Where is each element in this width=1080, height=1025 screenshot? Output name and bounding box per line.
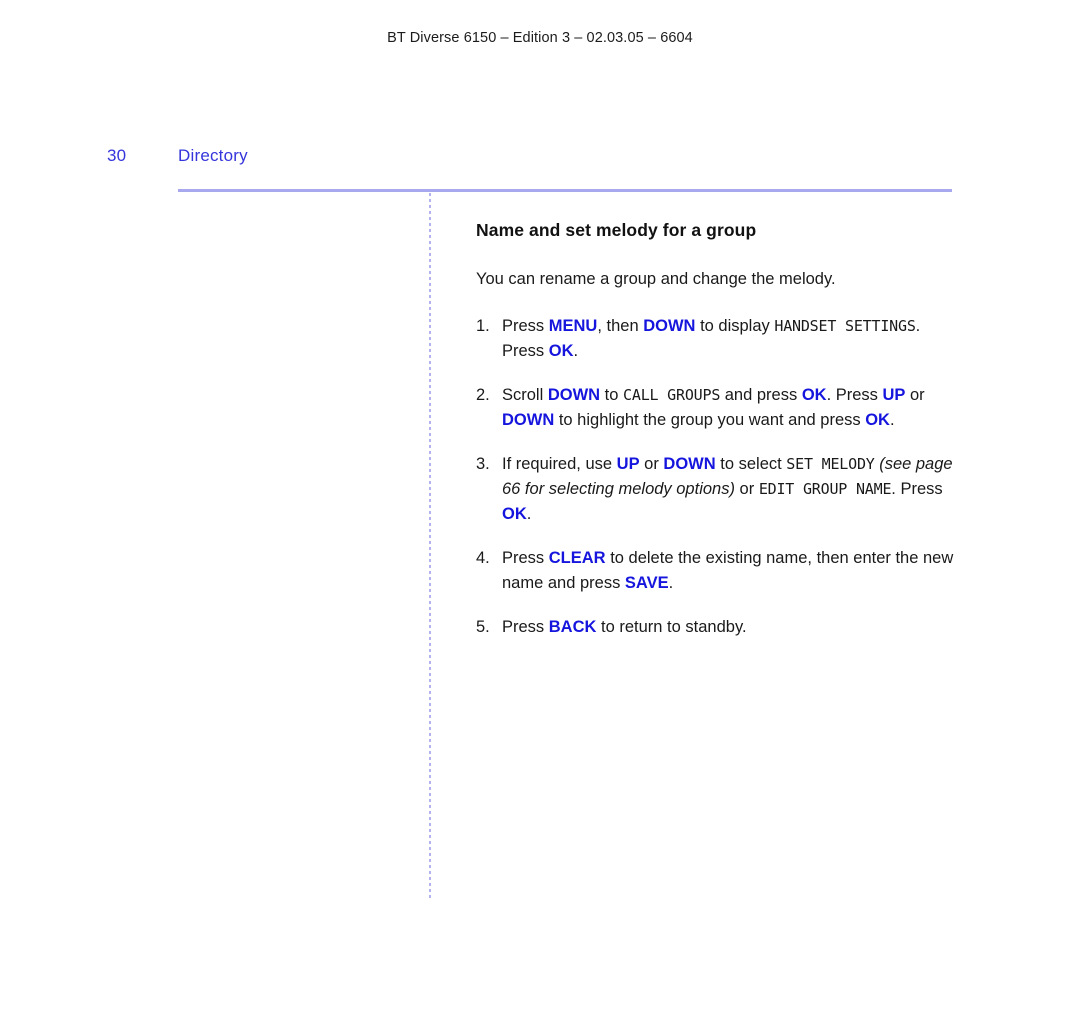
key-name: UP: [616, 455, 640, 474]
step-text: or: [905, 385, 925, 404]
step-text: .: [573, 341, 579, 360]
step-item: 1. Press MENU, then DOWN to display HANDS…: [476, 314, 956, 364]
step-text: or: [734, 480, 759, 499]
step-number: 5.: [476, 618, 490, 637]
step-text: to display: [695, 316, 775, 335]
page-title: Name and set melody for a group: [476, 220, 757, 240]
key-name: OK: [801, 385, 827, 404]
step-text: Press: [502, 618, 549, 637]
key-name: DOWN: [643, 316, 696, 335]
steps-list: 1. Press MENU, then DOWN to display HANDS…: [476, 314, 956, 641]
step-text: . Press: [891, 480, 943, 499]
key-name: BACK: [548, 618, 597, 637]
section-title: Directory: [178, 146, 248, 165]
step-text: to: [600, 385, 624, 404]
step-item: 3. If required, use UP or DOWN to select …: [476, 452, 956, 527]
page-number: 30: [107, 146, 127, 165]
step-text: . Press: [826, 385, 883, 404]
step-text: , then: [597, 316, 644, 335]
step-text: Press: [502, 316, 549, 335]
step-text: to highlight the group you want and pres…: [554, 410, 866, 429]
display-text: CALL GROUPS: [623, 385, 721, 404]
step-number: 1.: [476, 316, 490, 335]
key-name: MENU: [548, 316, 598, 335]
key-name: SAVE: [624, 574, 669, 593]
step-item: 4. Press CLEAR to delete the existing nam…: [476, 546, 956, 596]
step-text: Press: [502, 549, 549, 568]
step-text: and press: [720, 385, 802, 404]
content-column: Name and set melody for a group You can …: [476, 220, 956, 641]
step-number: 3.: [476, 455, 490, 474]
step-item: 5. Press BACK to return to standby.: [476, 615, 956, 640]
key-name: OK: [502, 505, 527, 524]
key-name: DOWN: [663, 455, 716, 474]
key-name: OK: [548, 341, 574, 360]
key-name: OK: [865, 410, 890, 429]
step-text: or: [639, 455, 664, 474]
key-name: DOWN: [502, 410, 555, 429]
folio-row: 30 Directory: [107, 146, 967, 174]
key-name: UP: [882, 385, 906, 404]
step-text: Scroll: [502, 385, 548, 404]
key-name: DOWN: [547, 385, 601, 404]
horizontal-rule: [178, 189, 952, 192]
display-text: SET MELODY: [786, 455, 875, 474]
step-text: .: [526, 505, 532, 524]
step-number: 4.: [476, 549, 490, 568]
running-header: BT Diverse 6150 – Edition 3 – 02.03.05 –…: [387, 30, 693, 46]
key-name: CLEAR: [548, 549, 606, 568]
step-text: If required, use: [502, 455, 617, 474]
vertical-divider-rule: [429, 193, 431, 900]
step-text: to return to standby.: [596, 618, 747, 637]
step-text: .: [668, 574, 674, 593]
step-number: 2.: [476, 385, 490, 404]
display-text: EDIT GROUP NAME: [758, 480, 892, 499]
step-text: .: [889, 410, 895, 429]
display-text: HANDSET SETTINGS: [774, 316, 916, 335]
step-text: to select: [715, 455, 787, 474]
intro-paragraph: You can rename a group and change the me…: [476, 270, 836, 288]
step-item: 2. Scroll DOWN to CALL GROUPS and press O…: [476, 383, 956, 433]
